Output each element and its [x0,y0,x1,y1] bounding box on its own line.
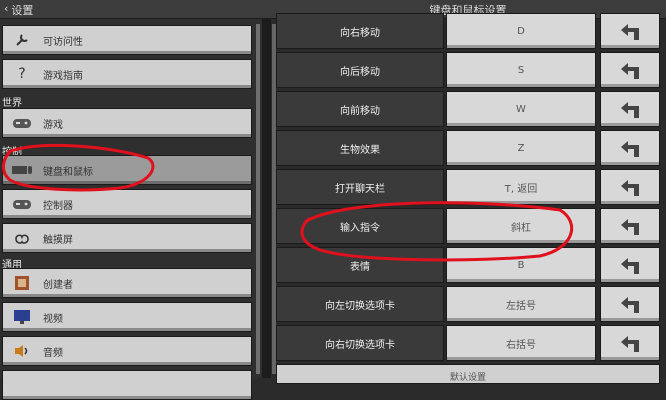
reset-binding-button[interactable] [600,169,660,205]
reset-binding-button[interactable] [600,91,660,127]
wrench-icon [11,31,33,49]
action-label: 表情 [276,247,444,283]
reset-binding-button[interactable] [600,52,660,88]
key-binding-button[interactable]: S [446,52,596,88]
keyboard-mouse-icon [11,161,33,179]
sidebar-item-label: 游戏 [43,119,63,131]
key-binding-button[interactable]: B [446,247,596,283]
controller-icon [11,114,33,132]
reset-binding-button[interactable] [600,325,660,361]
action-label: 向右切换选项卡 [276,325,444,361]
undo-arrow-icon [621,258,639,274]
reset-binding-button[interactable] [600,208,660,244]
section-title-world: 世界 [2,98,22,109]
binding-row: 打开聊天栏 T, 返回 [276,169,666,205]
binding-row: 输入指令 斜杠 [276,208,666,244]
action-label: 向后移动 [276,52,444,88]
sidebar-item-keyboard-mouse[interactable]: 键盘和鼠标 [2,155,252,185]
sidebar-item-label: 创建者 [43,279,73,291]
reset-binding-button[interactable] [600,247,660,283]
action-label: 向左切换选项卡 [276,286,444,322]
reset-binding-button[interactable] [600,130,660,166]
sidebar-item-label: 可访问性 [43,36,83,48]
key-binding-button[interactable]: W [446,91,596,127]
speaker-icon [11,342,33,360]
settings-sidebar: 可访问性 ? 游戏指南 世界 游戏 控制 键盘和鼠标 控制器 触摸屏 通用 创建… [0,19,262,400]
sidebar-item-game-guide[interactable]: ? 游戏指南 [2,59,252,89]
key-binding-button[interactable]: D [446,13,596,49]
undo-arrow-icon [621,102,639,118]
undo-arrow-icon [621,63,639,79]
sidebar-item-controller[interactable]: 控制器 [2,189,252,219]
undo-arrow-icon [621,180,639,196]
sidebar-item-next[interactable] [2,370,252,400]
action-label: 打开聊天栏 [276,169,444,205]
binding-row: 表情 B [276,247,666,283]
reset-binding-button[interactable] [600,13,660,49]
action-label: 向右移动 [276,13,444,49]
binding-row: 向后移动 S [276,52,666,88]
binding-row: 向右移动 D [276,13,666,49]
sidebar-item-label: 控制器 [43,200,73,212]
reset-defaults-button[interactable]: 默认设置 [276,364,660,384]
binding-row: 向前移动 W [276,91,666,127]
reset-binding-button[interactable] [600,286,660,322]
sidebar-scrollbar[interactable] [256,24,260,374]
key-binding-button[interactable]: 左括号 [446,286,596,322]
undo-arrow-icon [621,297,639,313]
key-binding-button[interactable]: 斜杠 [446,208,596,244]
sidebar-item-touchscreen[interactable]: 触摸屏 [2,223,252,253]
action-label: 输入指令 [276,208,444,244]
sidebar-item-audio[interactable]: 音频 [2,336,252,366]
key-binding-button[interactable]: 右括号 [446,325,596,361]
binding-row: 生物效果 Z [276,130,666,166]
controller-icon [11,195,33,213]
creator-icon [11,274,33,292]
sidebar-item-label: 键盘和鼠标 [43,166,93,178]
sidebar-item-label: 游戏指南 [43,70,83,82]
sidebar-item-accessibility[interactable]: 可访问性 [2,25,252,55]
bindings-list: 向右移动 D 向后移动 S 向前移动 W 生物效果 Z 打开聊天栏 T, 返回 … [276,13,666,378]
binding-row: 向右切换选项卡 右括号 [276,325,666,361]
key-binding-button[interactable]: Z [446,130,596,166]
undo-arrow-icon [621,336,639,352]
sidebar-item-label: 触摸屏 [43,234,73,246]
key-binding-button[interactable]: T, 返回 [446,169,596,205]
sidebar-item-label: 音频 [43,347,63,359]
binding-row: 向左切换选项卡 左括号 [276,286,666,322]
panel-divider [262,19,271,378]
sidebar-item-label: 视频 [43,313,63,325]
undo-arrow-icon [621,24,639,40]
undo-arrow-icon [621,219,639,235]
question-mark-icon: ? [18,66,26,82]
monitor-icon [11,308,33,326]
sidebar-item-video[interactable]: 视频 [2,302,252,332]
touch-hand-icon [11,229,33,247]
sidebar-item-creator[interactable]: 创建者 [2,268,252,298]
sidebar-item-game[interactable]: 游戏 [2,108,252,138]
action-label: 生物效果 [276,130,444,166]
action-label: 向前移动 [276,91,444,127]
undo-arrow-icon [621,141,639,157]
